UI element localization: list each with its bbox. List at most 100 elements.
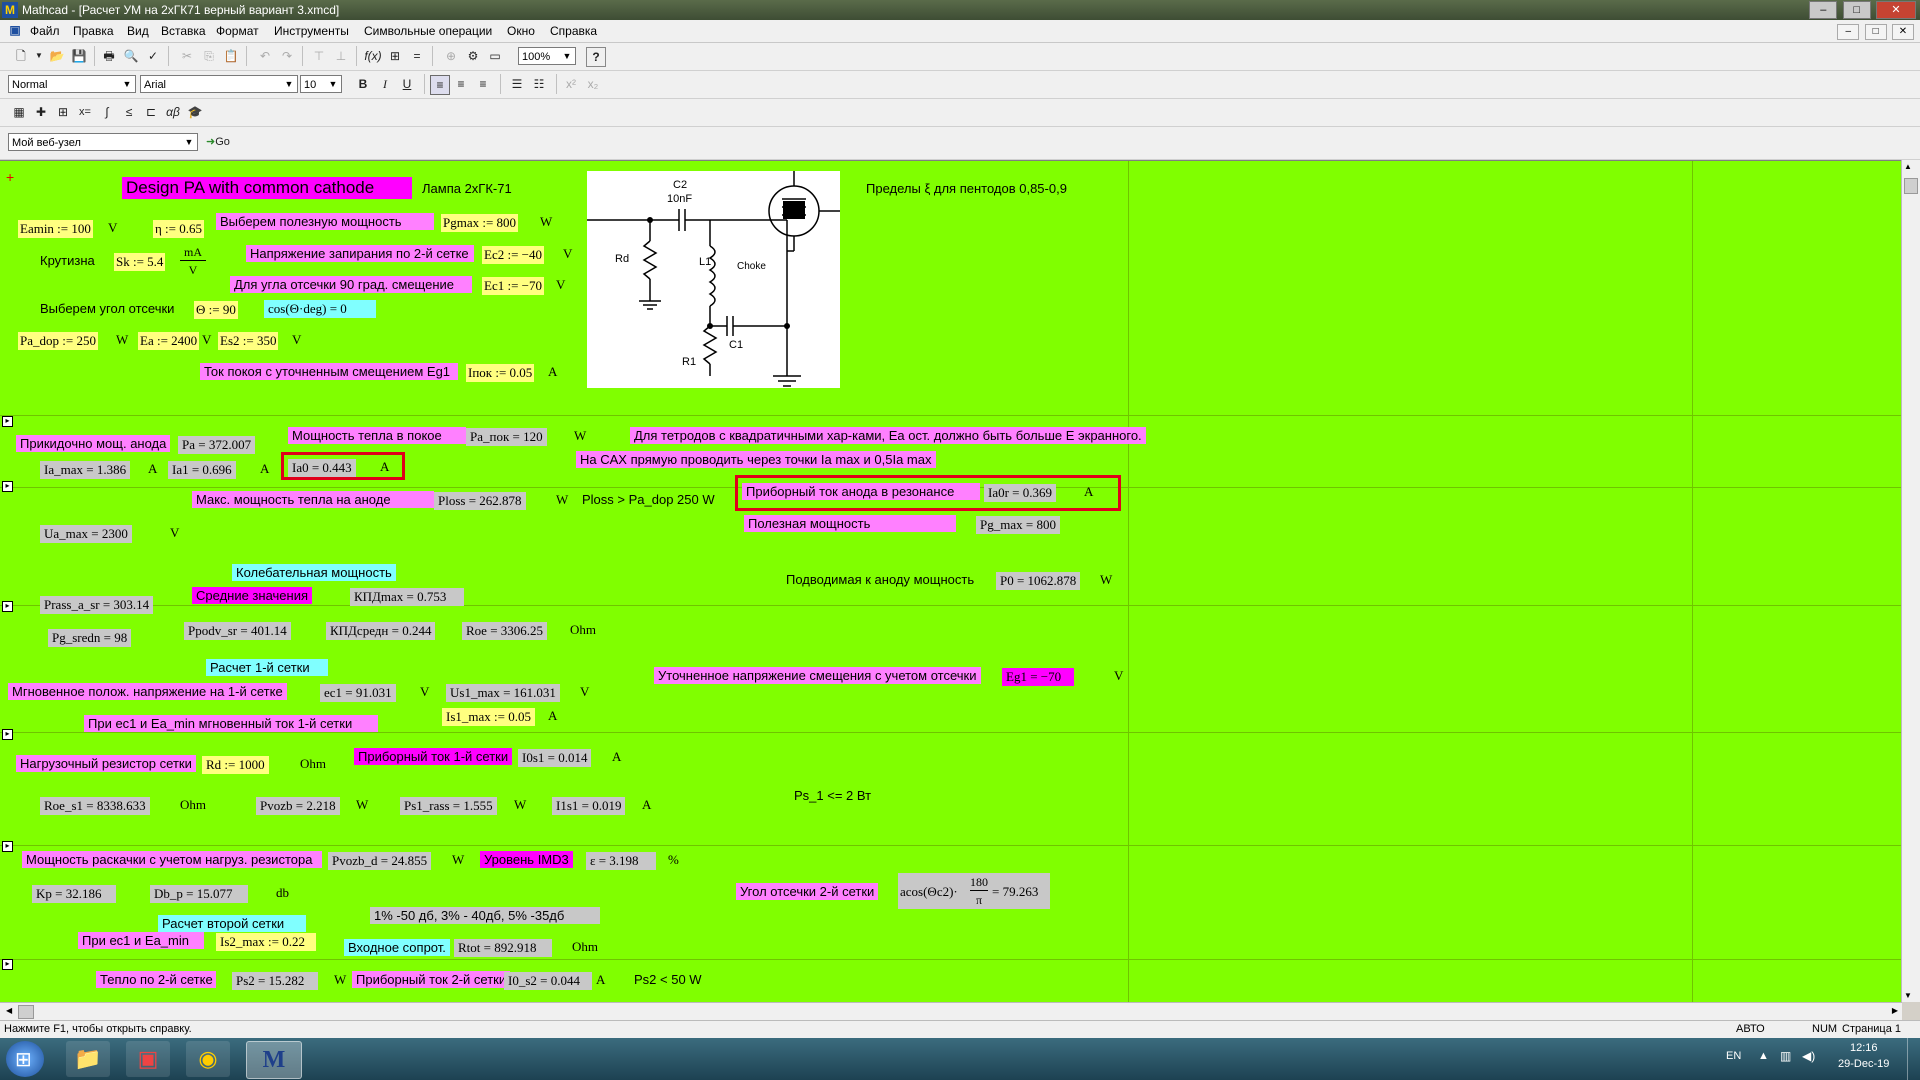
grid1-label[interactable]: Расчет 1-й сетки xyxy=(206,659,328,676)
align-center-icon[interactable]: ≡ xyxy=(452,75,470,93)
open-icon[interactable]: 📂 xyxy=(48,47,66,65)
superscript-icon[interactable]: x² xyxy=(562,75,580,93)
heat-rest-label[interactable]: Мощность тепла в покое xyxy=(288,427,466,444)
eps-result[interactable]: ε = 3.198 xyxy=(586,852,656,870)
ps2-comparison[interactable]: Ps2 < 50 W xyxy=(634,972,702,987)
angle-label[interactable]: Выберем угол отсечки xyxy=(40,301,174,316)
ia0-result[interactable]: Ia0 = 0.443 xyxy=(288,459,356,477)
minimize-button[interactable]: – xyxy=(1809,1,1838,19)
drive-power-label[interactable]: Мощность раскачки с учетом нагруз. резис… xyxy=(22,851,322,868)
menu-help[interactable]: Справка xyxy=(550,24,597,38)
mathcad-app-icon[interactable]: M xyxy=(2,2,18,18)
tetrode-note[interactable]: Для тетродов с квадратичными хар-ками, E… xyxy=(630,427,1146,444)
device-current1-label[interactable]: Приборный ток 1-й сетки xyxy=(354,748,513,765)
pgmax-result[interactable]: Pg_max = 800 xyxy=(976,516,1060,534)
anode-power-label[interactable]: Прикидочно мощ. анода xyxy=(16,435,171,452)
insert-hyperlink-icon[interactable]: ⊕ xyxy=(442,47,460,65)
imd-label[interactable]: Уровень IMD3 xyxy=(480,851,573,868)
scroll-down-icon[interactable]: ▼ xyxy=(1904,991,1912,1000)
kpdsr-result[interactable]: КПДсредн = 0.244 xyxy=(326,622,436,640)
cutoff2-label[interactable]: Напряжение запирания по 2-й сетке xyxy=(246,245,474,262)
ploss-result[interactable]: Ploss = 262.878 xyxy=(434,492,526,510)
insert-function-icon[interactable]: f(x) xyxy=(364,47,382,65)
quiescent-label[interactable]: Ток покоя с уточненным смещением Eg1 xyxy=(200,363,458,380)
align-right-icon[interactable]: ≡ xyxy=(474,75,492,93)
component-wizard-icon[interactable]: ⚙ xyxy=(464,47,482,65)
font-select[interactable]: Arial ▼ xyxy=(140,75,298,93)
new-dropdown-icon[interactable]: ▼ xyxy=(30,47,48,65)
print-preview-icon[interactable]: 🔍 xyxy=(122,47,140,65)
bold-button[interactable]: B xyxy=(354,75,372,93)
dbp-result[interactable]: Db_p = 15.077 xyxy=(150,885,248,903)
acos-evaluation[interactable]: acos(Θc2)· 180 π = 79.263 xyxy=(898,873,1050,909)
region-collapse-marker[interactable]: ▸ xyxy=(2,841,13,852)
matrix-icon[interactable]: ⊞ xyxy=(54,103,72,121)
i1s1-result[interactable]: I1s1 = 0.019 xyxy=(552,797,626,815)
start-button[interactable]: ⊞ xyxy=(6,1041,44,1077)
ia0r-result[interactable]: Ia0r = 0.369 xyxy=(984,484,1056,502)
menu-tools[interactable]: Инструменты xyxy=(274,24,349,38)
symbolic-icon[interactable]: 🎓 xyxy=(186,103,204,121)
save-icon[interactable]: 💾 xyxy=(70,47,88,65)
greek-icon[interactable]: αβ xyxy=(164,103,182,121)
useful-power-label[interactable]: Выберем полезную мощность xyxy=(216,213,434,230)
max-heat-label[interactable]: Макс. мощность тепла на аноде xyxy=(192,491,434,508)
menu-edit[interactable]: Правка xyxy=(73,24,114,38)
pgmax-definition[interactable]: Pgmax := 800 xyxy=(441,214,519,232)
numbering-icon[interactable]: ☷ xyxy=(530,75,548,93)
menu-insert[interactable]: Вставка xyxy=(161,24,206,38)
horizontal-scroll-thumb[interactable] xyxy=(18,1005,34,1019)
device-current2-label[interactable]: Приборный ток 2-й сетки xyxy=(352,971,511,988)
italic-button[interactable]: I xyxy=(376,75,394,93)
circuit-schematic[interactable]: C2 10nF Rd L1 Choke R1 C1 xyxy=(587,171,840,388)
new-icon[interactable]: 🗋 xyxy=(12,47,30,65)
underline-button[interactable]: U xyxy=(398,75,416,93)
scroll-up-icon[interactable]: ▲ xyxy=(1904,162,1912,171)
es2-definition[interactable]: Es2 := 350 xyxy=(218,332,279,350)
ploss-comparison[interactable]: Ploss > Pa_dop 250 W xyxy=(582,492,715,507)
calculator-icon[interactable]: ▦ xyxy=(10,103,28,121)
insert-unit-icon[interactable]: ⊞ xyxy=(386,47,404,65)
language-indicator[interactable]: EN xyxy=(1726,1050,1741,1062)
imd-note[interactable]: 1% -50 дб, 3% - 40дб, 5% -35дб xyxy=(370,907,600,924)
align-across-icon[interactable]: ⊤ xyxy=(310,47,328,65)
media-taskbar-icon[interactable]: ▣ xyxy=(126,1041,170,1077)
page-title[interactable]: Design PA with common cathode xyxy=(122,177,412,199)
vertical-scroll-thumb[interactable] xyxy=(1904,178,1918,194)
cax-note[interactable]: На CAX прямую проводить через точки Ia m… xyxy=(576,451,936,468)
region-collapse-marker[interactable]: ▸ xyxy=(2,729,13,740)
zoom-select[interactable]: 100% ▼ xyxy=(518,47,576,65)
region-collapse-marker[interactable]: ▸ xyxy=(2,601,13,612)
limits-note[interactable]: Пределы ξ для пентодов 0,85-0,9 xyxy=(866,181,1067,196)
steepness-label[interactable]: Крутизна xyxy=(40,253,95,268)
menu-window[interactable]: Окно xyxy=(507,24,535,38)
padop-definition[interactable]: Pa_dop := 250 xyxy=(18,332,98,350)
copy-icon[interactable]: ⎘ xyxy=(200,47,218,65)
programming-icon[interactable]: ⊏ xyxy=(142,103,160,121)
maximize-button[interactable]: □ xyxy=(1842,1,1871,19)
align-left-icon[interactable]: ≡ xyxy=(430,75,450,95)
pvozbd-result[interactable]: Pvozb_d = 24.855 xyxy=(328,852,432,870)
kp-result[interactable]: Kp = 32.186 xyxy=(32,885,116,903)
region-collapse-marker[interactable]: ▸ xyxy=(2,416,13,427)
volume-icon[interactable]: ◀) xyxy=(1802,1049,1815,1063)
print-icon[interactable]: 🖶 xyxy=(100,47,118,65)
ea-definition[interactable]: Ea := 2400 xyxy=(138,332,200,350)
kpdmax-result[interactable]: КПДmax = 0.753 xyxy=(350,588,464,606)
instant-current-label[interactable]: При ес1 и Ea_min мгновенный ток 1-й сетк… xyxy=(84,715,378,732)
doc-close-button[interactable]: ✕ xyxy=(1892,24,1914,40)
go-button[interactable]: ➜Go xyxy=(206,133,246,151)
heat2-label[interactable]: Тепло по 2-й сетке xyxy=(96,971,216,988)
us1max-result[interactable]: Us1_max = 161.031 xyxy=(446,684,560,702)
p0-result[interactable]: P0 = 1062.878 xyxy=(996,572,1081,590)
i0s1-result[interactable]: I0s1 = 0.014 xyxy=(518,749,592,767)
ps1rass-result[interactable]: Ps1_rass = 1.555 xyxy=(400,797,497,815)
clock-date[interactable]: 29-Dec-19 xyxy=(1838,1058,1889,1070)
input-resistance-label[interactable]: Входное сопрот. xyxy=(344,939,450,956)
load-resistor-label[interactable]: Нагрузочный резистор сетки xyxy=(16,755,196,772)
paste-icon[interactable]: 📋 xyxy=(222,47,240,65)
sk-definition[interactable]: Sk := 5.4 xyxy=(114,253,166,271)
evaluation-icon[interactable]: x= xyxy=(76,103,94,121)
ia1-result[interactable]: Ia1 = 0.696 xyxy=(168,461,236,479)
cutoff2-angle-label[interactable]: Угол отсечки 2-й сетки xyxy=(736,883,879,900)
